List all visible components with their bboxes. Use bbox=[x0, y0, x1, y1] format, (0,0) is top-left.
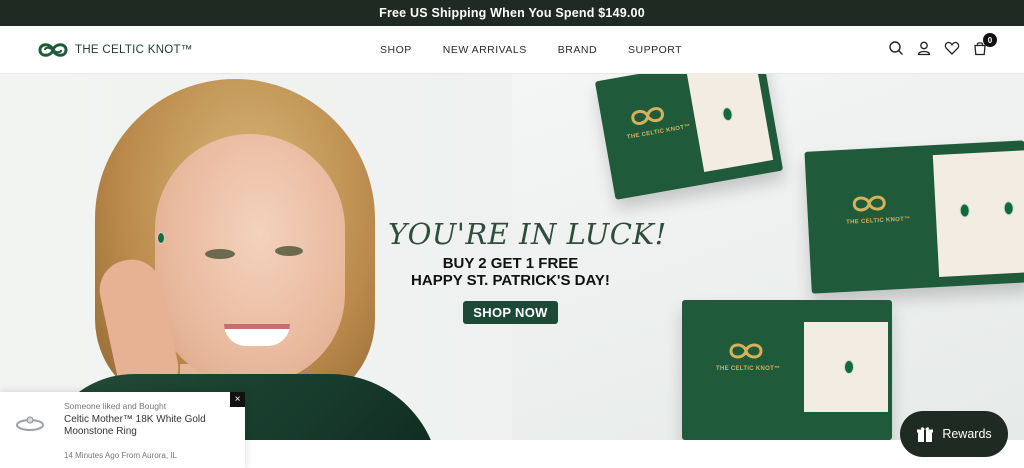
jewelry-box-necklace: THE CELTIC KNOT™ bbox=[594, 74, 784, 200]
product-ring-thumbnail bbox=[16, 416, 44, 431]
main-nav: SHOP NEW ARRIVALS BRAND SUPPORT bbox=[380, 26, 713, 74]
cart-icon[interactable]: 0 bbox=[972, 33, 997, 56]
site-header: THE CELTIC KNOT™ SHOP NEW ARRIVALS BRAND… bbox=[0, 26, 1024, 74]
model-face bbox=[155, 134, 345, 384]
nav-item-brand[interactable]: BRAND bbox=[558, 44, 597, 56]
celtic-knot-logo-icon bbox=[852, 195, 886, 212]
box-brand-text: THE CELTIC KNOT™ bbox=[716, 366, 781, 372]
wishlist-icon[interactable] bbox=[944, 40, 960, 56]
announcement-text: Free US Shipping When You Spend $149.00 bbox=[379, 6, 645, 20]
hero-promo: YOU'RE IN LUCK! BUY 2 GET 1 FREE HAPPY S… bbox=[388, 217, 667, 324]
nav-item-support[interactable]: SUPPORT bbox=[628, 44, 682, 56]
popup-subtitle: Someone liked and Bought bbox=[64, 401, 167, 411]
search-icon[interactable] bbox=[888, 40, 904, 56]
hero-occasion: HAPPY ST. PATRICK'S DAY! bbox=[411, 272, 610, 289]
logo-link[interactable]: THE CELTIC KNOT™ bbox=[36, 39, 193, 61]
gift-icon bbox=[917, 427, 934, 442]
shop-now-button[interactable]: SHOP NOW bbox=[463, 301, 558, 324]
celtic-knot-logo-icon bbox=[729, 343, 763, 359]
popup-close-button[interactable]: × bbox=[230, 392, 245, 407]
announcement-bar: Free US Shipping When You Spend $149.00 bbox=[0, 0, 1024, 26]
hero-offer: BUY 2 GET 1 FREE bbox=[442, 255, 579, 272]
account-icon[interactable] bbox=[916, 40, 932, 56]
ring-gem bbox=[844, 360, 854, 374]
hero-title: YOU'RE IN LUCK! bbox=[388, 217, 667, 251]
header-icons: 0 bbox=[876, 33, 997, 56]
cart-count-badge: 0 bbox=[983, 33, 997, 47]
rewards-button[interactable]: Rewards bbox=[900, 411, 1008, 457]
model-eye bbox=[275, 246, 303, 256]
celtic-knot-logo-icon bbox=[38, 43, 68, 57]
model-eye bbox=[205, 249, 235, 259]
popup-meta: 14 Minutes Ago From Aurora, IL bbox=[64, 451, 177, 460]
jewelry-box-ring: THE CELTIC KNOT™ bbox=[682, 300, 892, 440]
box-brand-text: THE CELTIC KNOT™ bbox=[846, 216, 911, 226]
jewelry-box-earrings: THE CELTIC KNOT™ bbox=[804, 140, 1024, 294]
nav-item-shop[interactable]: SHOP bbox=[380, 44, 412, 56]
logo-text: THE CELTIC KNOT™ bbox=[75, 44, 193, 56]
rewards-label: Rewards bbox=[942, 427, 992, 441]
emerald-earring bbox=[157, 232, 165, 244]
recent-purchase-popup[interactable]: × Someone liked and Bought Celtic Mother… bbox=[0, 392, 245, 468]
nav-item-new-arrivals[interactable]: NEW ARRIVALS bbox=[443, 44, 527, 56]
hero-banner[interactable]: THE CELTIC KNOT™ THE CELTIC KNOT™ THE CE… bbox=[0, 74, 1024, 440]
popup-product-link[interactable]: Celtic Mother™ 18K White Gold Moonstone … bbox=[64, 414, 234, 438]
